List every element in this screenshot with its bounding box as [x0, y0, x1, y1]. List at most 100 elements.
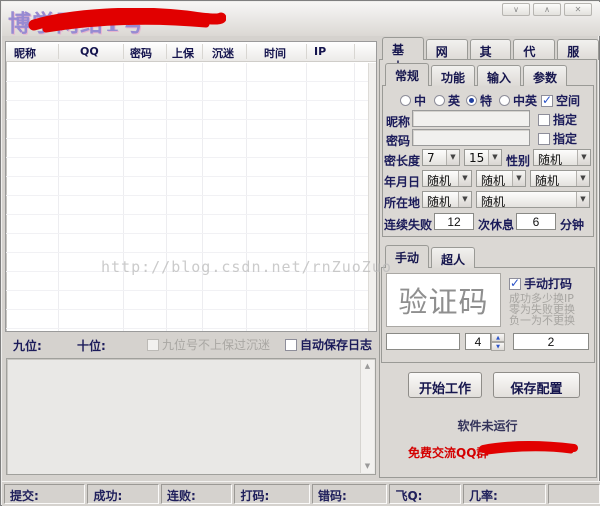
log-scrollbar[interactable]: ▲ ▼ [360, 360, 374, 473]
rest-label: 次休息 [478, 216, 514, 233]
status-submit: 提交: [4, 484, 85, 504]
chevron-down-icon: ▼ [458, 171, 471, 186]
column-header-qq[interactable]: QQ [80, 45, 99, 58]
minute-label: 分钟 [560, 216, 584, 233]
qzone-checkbox[interactable]: 空间 [541, 92, 580, 109]
status-bar: 提交: 成功: 连败: 打码: 错码: 飞Q: 几率: [2, 481, 600, 506]
status-losses: 连败: [161, 484, 233, 504]
counters-row: 九位: 十位: 九位号不上保过沉迷 自动保存日志 [5, 334, 377, 356]
ip-hint-line3: 负一为不更换 [509, 315, 575, 327]
title-redaction-scribble [26, 8, 226, 34]
stepper-up-icon[interactable]: ▲ [491, 333, 505, 342]
radio-special-label: 特 [480, 92, 492, 109]
nickname-specify-checkbox[interactable]: 指定 [538, 111, 577, 128]
checkbox-box-icon [538, 114, 550, 126]
checkbox-box-icon [538, 133, 550, 145]
column-header-protect[interactable]: 上保 [172, 45, 194, 61]
ip-change-count-input[interactable] [465, 333, 491, 350]
passlen-min-dropdown[interactable]: 7 ▼ [422, 149, 460, 166]
passlen-min-value: 7 [423, 150, 446, 165]
scroll-up-icon[interactable]: ▲ [361, 360, 374, 373]
day-dropdown[interactable]: 随机 ▼ [530, 170, 590, 187]
window-controls: ∨ ∧ ✕ [502, 3, 592, 16]
radio-cn-en[interactable]: 中英 [499, 92, 537, 109]
status-empty [548, 484, 600, 504]
no-sink-label: 九位号不上保过沉迷 [162, 336, 270, 353]
tab-basic[interactable]: 基本 [382, 37, 424, 60]
tab-proxy[interactable]: 代理 [513, 39, 555, 60]
tab-general[interactable]: 常规 [385, 63, 429, 86]
year-value: 随机 [423, 171, 458, 186]
radio-icon [434, 95, 445, 106]
status-flyq: 飞Q: [389, 484, 461, 504]
month-dropdown[interactable]: 随机 ▼ [476, 170, 526, 187]
run-state-text: 软件未运行 [378, 417, 597, 434]
status-success: 成功: [87, 484, 159, 504]
chevron-down-icon: ▼ [488, 150, 501, 165]
chevron-down-icon: ▼ [576, 192, 589, 207]
passlen-max-dropdown[interactable]: 15 ▼ [464, 149, 502, 166]
general-fields: 中 英 特 中英 空间 昵称 指定 密码 指定 密长度 7 ▼ [382, 85, 594, 237]
status-code: 打码: [234, 484, 309, 504]
save-config-button[interactable]: 保存配置 [493, 372, 580, 398]
radio-english[interactable]: 英 [434, 92, 460, 109]
no-sink-checkbox[interactable]: 九位号不上保过沉迷 [147, 336, 270, 353]
city-dropdown[interactable]: 随机 ▼ [476, 191, 590, 208]
column-header-time[interactable]: 时间 [264, 45, 286, 61]
log-output-box[interactable]: ▲ ▼ [6, 358, 376, 475]
account-table[interactable]: 昵称 QQ 密码 上保 沉迷 时间 IP [5, 41, 377, 332]
birthdate-label: 年月日 [384, 173, 420, 190]
start-work-button[interactable]: 开始工作 [408, 372, 482, 398]
fail-count-input[interactable] [434, 213, 474, 230]
manual-code-checkbox[interactable]: 手动打码 [509, 275, 572, 292]
radio-chinese-label: 中 [414, 92, 426, 109]
gender-value: 随机 [534, 150, 577, 165]
radio-special[interactable]: 特 [466, 92, 492, 109]
year-dropdown[interactable]: 随机 ▼ [422, 170, 472, 187]
tab-input[interactable]: 输入 [477, 65, 521, 86]
chevron-down-icon: ▼ [577, 150, 590, 165]
tab-service[interactable]: 服务 [557, 39, 599, 60]
tab-manual[interactable]: 手动 [385, 245, 429, 268]
chevron-down-icon: ▼ [576, 171, 589, 186]
ten-digit-label: 十位: [77, 337, 106, 354]
close-button[interactable]: ✕ [564, 3, 592, 16]
tab-network[interactable]: 网络 [426, 39, 468, 60]
minimize-button[interactable]: ∨ [502, 3, 530, 16]
gender-dropdown[interactable]: 随机 ▼ [533, 149, 591, 166]
password-input[interactable] [412, 129, 530, 146]
password-label: 密码 [386, 132, 410, 149]
scroll-down-icon[interactable]: ▼ [361, 460, 374, 473]
rest-minutes-input[interactable] [516, 213, 556, 230]
day-value: 随机 [531, 171, 576, 186]
password-specify-checkbox[interactable]: 指定 [538, 130, 577, 147]
radio-chinese[interactable]: 中 [400, 92, 426, 109]
change-value-input[interactable] [513, 333, 589, 350]
chevron-down-icon: ▼ [512, 171, 525, 186]
tab-params[interactable]: 参数 [523, 65, 567, 86]
table-scrollbar[interactable] [368, 63, 376, 331]
column-header-password[interactable]: 密码 [130, 45, 152, 61]
qq-group-redaction-scribble [479, 441, 579, 457]
tab-other[interactable]: 其它 [470, 39, 512, 60]
gender-label: 性别 [506, 152, 530, 169]
province-dropdown[interactable]: 随机 ▼ [422, 191, 472, 208]
column-header-addiction[interactable]: 沉迷 [212, 45, 234, 61]
captcha-display-text: 验证码 [398, 279, 488, 321]
status-rate: 几率: [463, 484, 546, 504]
column-header-nickname[interactable]: 昵称 [14, 45, 36, 61]
tab-superman[interactable]: 超人 [431, 247, 475, 268]
table-body-empty[interactable] [6, 63, 368, 331]
tab-function[interactable]: 功能 [431, 65, 475, 86]
captcha-answer-input[interactable] [386, 333, 460, 350]
qq-group-link[interactable]: 免费交流QQ群 [408, 444, 488, 461]
maximize-button[interactable]: ∧ [533, 3, 561, 16]
stepper-down-icon[interactable]: ▼ [491, 342, 505, 351]
table-header-row: 昵称 QQ 密码 上保 沉迷 时间 IP [6, 42, 376, 62]
autosave-log-checkbox[interactable]: 自动保存日志 [285, 336, 372, 353]
nickname-input[interactable] [412, 110, 530, 127]
checkbox-checked-icon [509, 278, 521, 290]
captcha-image-box[interactable]: 验证码 [386, 273, 501, 327]
column-header-ip[interactable]: IP [314, 45, 326, 58]
passlen-max-value: 15 [465, 150, 488, 165]
